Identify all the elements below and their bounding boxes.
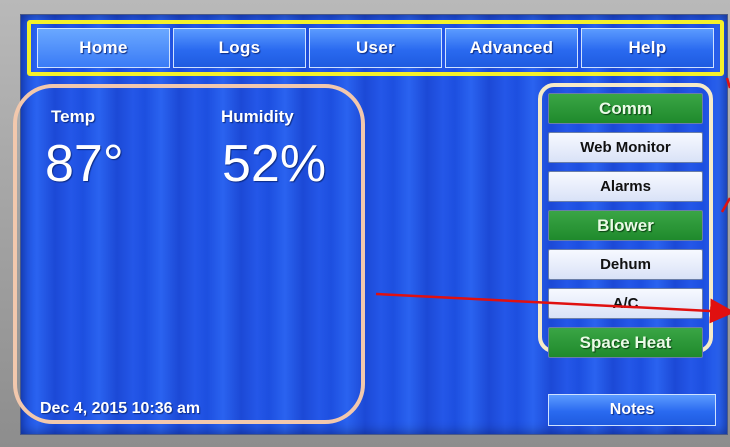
- arrow-to-readout: [375, 292, 730, 324]
- arrow-to-panel: [720, 197, 730, 213]
- annotation-arrows: [375, 77, 730, 324]
